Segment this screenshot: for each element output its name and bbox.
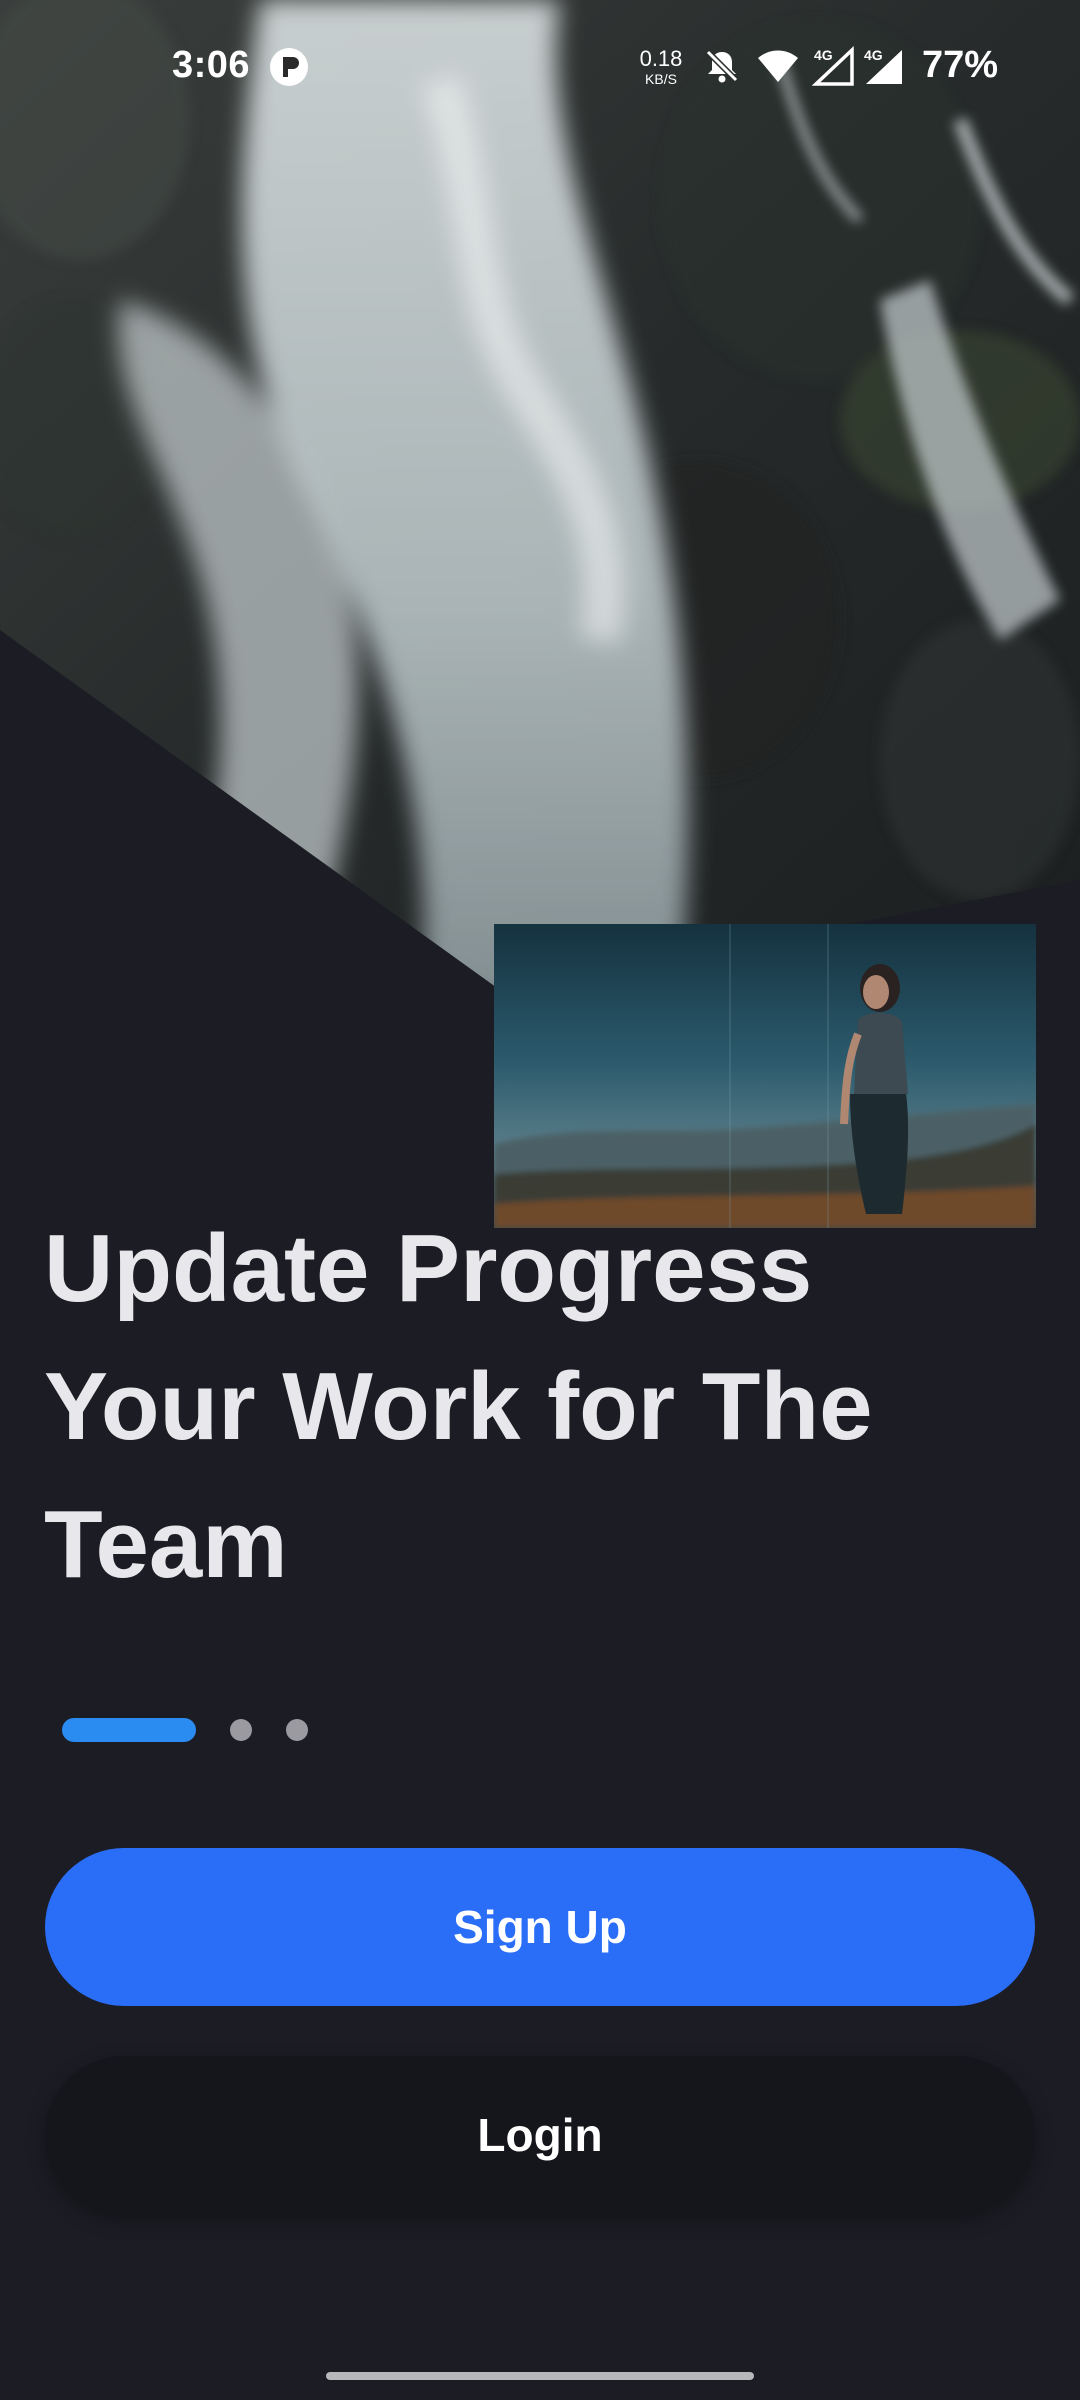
page-indicator-active <box>62 1718 196 1742</box>
network-speed: 0.18 KB/S <box>636 46 686 87</box>
network-speed-unit: KB/S <box>645 71 677 87</box>
network-speed-value: 0.18 <box>639 46 683 71</box>
status-bar: 3:06 0.18 KB/S 4G 4G 77% <box>0 0 1080 140</box>
battery-level: 77% <box>922 44 999 86</box>
page-indicator-dot <box>286 1719 308 1741</box>
status-time: 3:06 <box>172 44 251 86</box>
app-notification-icon <box>270 48 308 86</box>
login-button[interactable]: Login <box>45 2056 1035 2214</box>
sign-up-button[interactable]: Sign Up <box>45 1848 1035 2006</box>
signal-icon: 4G <box>811 44 856 93</box>
signal-2-label: 4G <box>864 47 883 63</box>
headline-line-3: Team <box>44 1491 288 1598</box>
home-indicator[interactable] <box>326 2372 754 2380</box>
signal-1-label: 4G <box>814 47 833 63</box>
signal-icon: 4G <box>862 44 906 93</box>
onboarding-headline: Update Progress Your Work for The Team <box>44 1200 1044 1614</box>
page-indicator-dot <box>230 1719 252 1741</box>
pip-video-thumbnail[interactable] <box>494 924 1036 1228</box>
wifi-icon <box>756 46 800 91</box>
hero-waterfall-image <box>0 0 1080 990</box>
bell-off-icon <box>702 46 742 91</box>
headline-line-1: Update Progress <box>44 1215 813 1322</box>
headline-line-2: Your Work for The <box>44 1353 873 1460</box>
onboarding-screen: 3:06 0.18 KB/S 4G 4G 77% Update Progress… <box>0 0 1080 2400</box>
